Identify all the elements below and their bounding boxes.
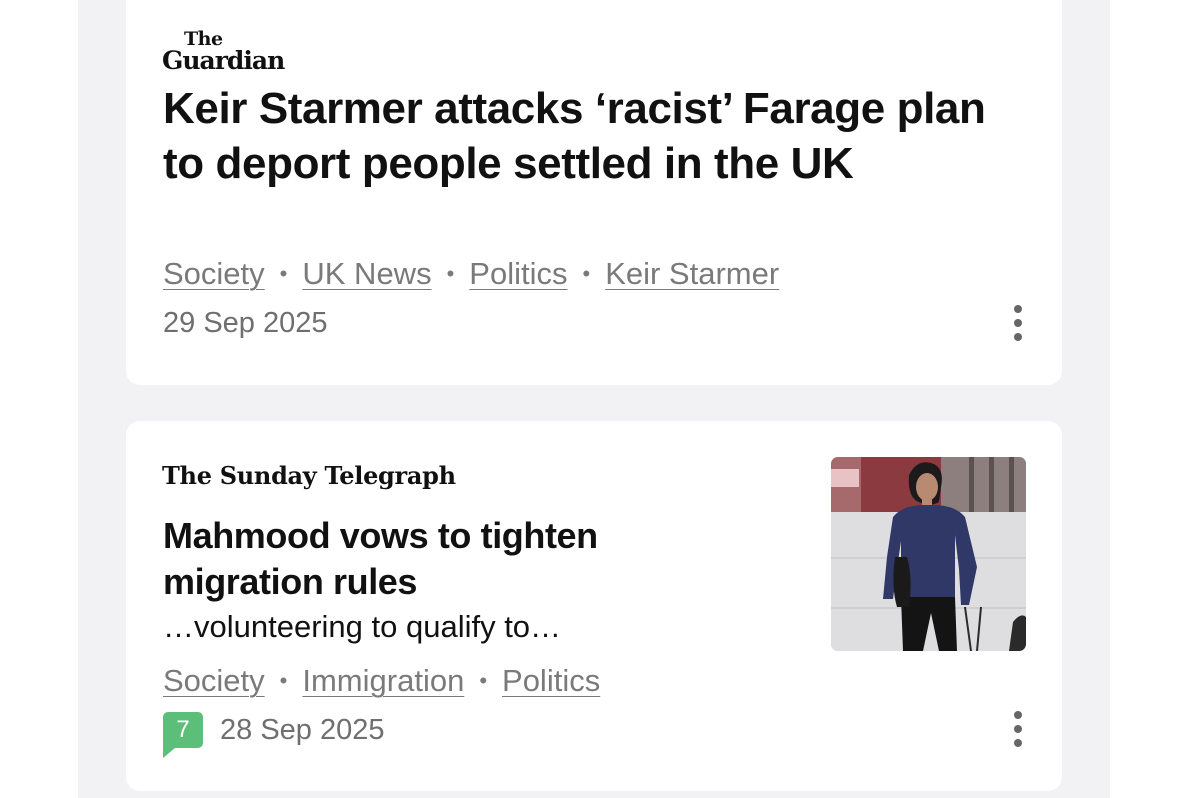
article-headline[interactable]: Keir Starmer attacks ‘racist’ Farage pla… <box>163 81 1023 191</box>
topic-tag[interactable]: UK News <box>302 256 431 292</box>
topic-tag[interactable]: Immigration <box>302 663 464 699</box>
article-card[interactable]: The Guardian Keir Starmer attacks ‘racis… <box>126 0 1062 385</box>
more-dot <box>1014 725 1022 733</box>
topic-tag[interactable]: Society <box>163 663 265 699</box>
more-dot <box>1014 711 1022 719</box>
separator-dot: • <box>582 261 591 286</box>
more-dot <box>1014 333 1022 341</box>
topic-tag[interactable]: Keir Starmer <box>605 256 779 292</box>
more-vertical-icon[interactable] <box>1008 710 1028 750</box>
comment-count-badge[interactable]: 7 <box>163 712 203 758</box>
topic-tags: Society • UK News • Politics • Keir Star… <box>163 256 779 292</box>
more-dot <box>1014 305 1022 313</box>
article-date: 28 Sep 2025 <box>220 714 385 746</box>
article-thumbnail[interactable] <box>831 457 1026 651</box>
article-headline[interactable]: Mahmood vows to tighten migration rules <box>163 513 723 605</box>
separator-dot: • <box>279 668 288 693</box>
article-snippet: …volunteering to qualify to… <box>163 609 562 644</box>
more-dot <box>1014 319 1022 327</box>
topic-tag[interactable]: Politics <box>469 256 567 292</box>
separator-dot: • <box>279 261 288 286</box>
separator-dot: • <box>479 668 488 693</box>
topic-tag[interactable]: Society <box>163 256 265 292</box>
separator-dot: • <box>446 261 455 286</box>
more-vertical-icon[interactable] <box>1008 304 1028 344</box>
article-date: 29 Sep 2025 <box>163 307 328 339</box>
publisher-logo: The Sunday Telegraph <box>162 461 456 490</box>
publisher-logo-line2: Guardian <box>162 46 285 75</box>
topic-tag[interactable]: Politics <box>502 663 600 699</box>
article-photo <box>831 457 1026 651</box>
publisher-logo: The Guardian <box>162 28 285 75</box>
topic-tags: Society • Immigration • Politics <box>163 663 600 699</box>
more-dot <box>1014 739 1022 747</box>
article-card[interactable]: The Sunday Telegraph Mahmood vows to tig… <box>126 421 1062 791</box>
